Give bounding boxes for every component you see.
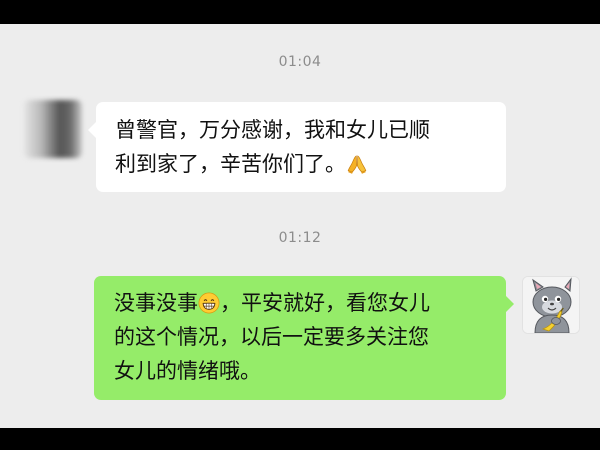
message-line-with-emoji: 利到家了，辛苦你们了。 <box>115 147 488 181</box>
cartoon-cat-avatar-icon <box>523 277 579 333</box>
message-line: 的这个情况，以后一定要多关注您 <box>114 325 429 349</box>
screen: 01:04 曾警官，万分感谢，我和女儿已顺 利到家了，辛苦你们了。 01:12 … <box>0 0 600 450</box>
message-text: 利到家了，辛苦你们了。 <box>115 152 346 176</box>
message-line-with-emoji: 没事没事 ，平安就好，看您女儿 <box>114 286 490 320</box>
timestamp: 01:12 <box>278 230 322 246</box>
timestamp: 01:04 <box>278 54 322 70</box>
message-text: ，平安就好，看您女儿 <box>220 291 430 315</box>
incoming-message-bubble[interactable]: 曾警官，万分感谢，我和女儿已顺 利到家了，辛苦你们了。 <box>88 102 506 192</box>
user-avatar[interactable] <box>522 276 580 334</box>
message-text: 没事没事 <box>114 291 198 315</box>
sender-avatar-blurred[interactable] <box>24 100 82 158</box>
folded-hands-emoji-icon <box>347 155 367 174</box>
message-line: 女儿的情绪哦。 <box>114 359 261 383</box>
chat-area[interactable]: 01:04 曾警官，万分感谢，我和女儿已顺 利到家了，辛苦你们了。 01:12 … <box>0 24 600 428</box>
message-line: 曾警官，万分感谢，我和女儿已顺 <box>115 118 430 142</box>
grinning-face-emoji-icon <box>198 292 220 314</box>
outgoing-message-bubble[interactable]: 没事没事 ，平安就好，看您女儿 的这个情况，以后一定要多关注您 女儿的情绪哦。 <box>94 276 514 400</box>
